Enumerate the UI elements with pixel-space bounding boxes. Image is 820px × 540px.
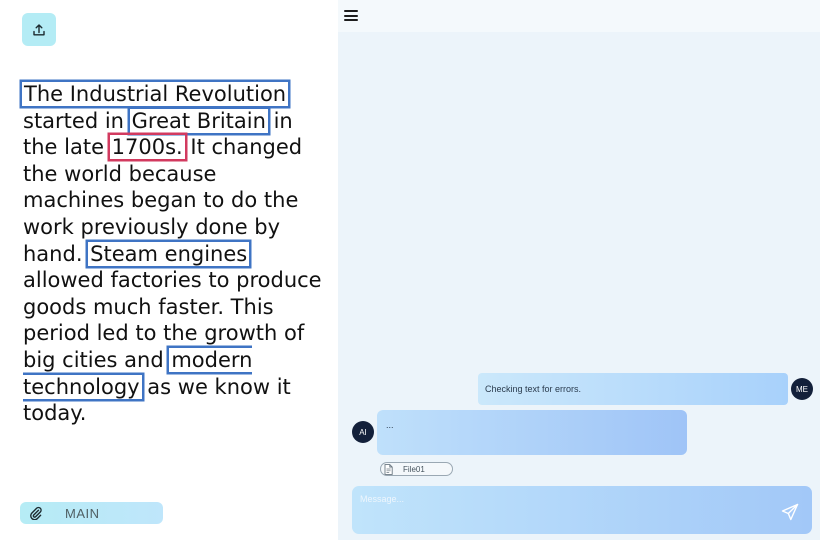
document-text: The Industrial Revolution started in Gre… [23,81,323,427]
user-avatar: ME [791,378,813,400]
main-button[interactable]: MAIN [20,502,163,524]
hamburger-menu-icon[interactable] [344,10,358,21]
main-button-label: MAIN [65,505,100,521]
ai-avatar: AI [352,421,374,443]
user-message: Checking text for errors. [478,373,788,405]
message-composer [352,486,812,534]
error-highlight-span[interactable]: 1700s. [110,135,185,159]
text-span: started in [23,108,131,133]
send-button[interactable] [781,503,799,521]
document-icon [384,463,393,475]
upload-button[interactable] [22,13,56,46]
document-pane: The Industrial Revolution started in Gre… [0,0,338,540]
paperclip-icon [29,506,43,520]
ai-message: ... [377,410,687,455]
highlight-span[interactable]: Great Britain [130,109,268,133]
upload-icon [33,23,45,35]
file-name: File01 [403,464,425,474]
highlight-span[interactable]: The Industrial Revolution [22,82,288,106]
send-icon [781,503,799,521]
chat-topbar [338,0,820,32]
chat-pane: Checking text for errors. ME AI ... File… [338,0,820,540]
highlight-span[interactable]: Steam engines [88,242,249,266]
message-input[interactable] [360,492,760,506]
file-attachment-chip[interactable]: File01 [380,462,453,476]
